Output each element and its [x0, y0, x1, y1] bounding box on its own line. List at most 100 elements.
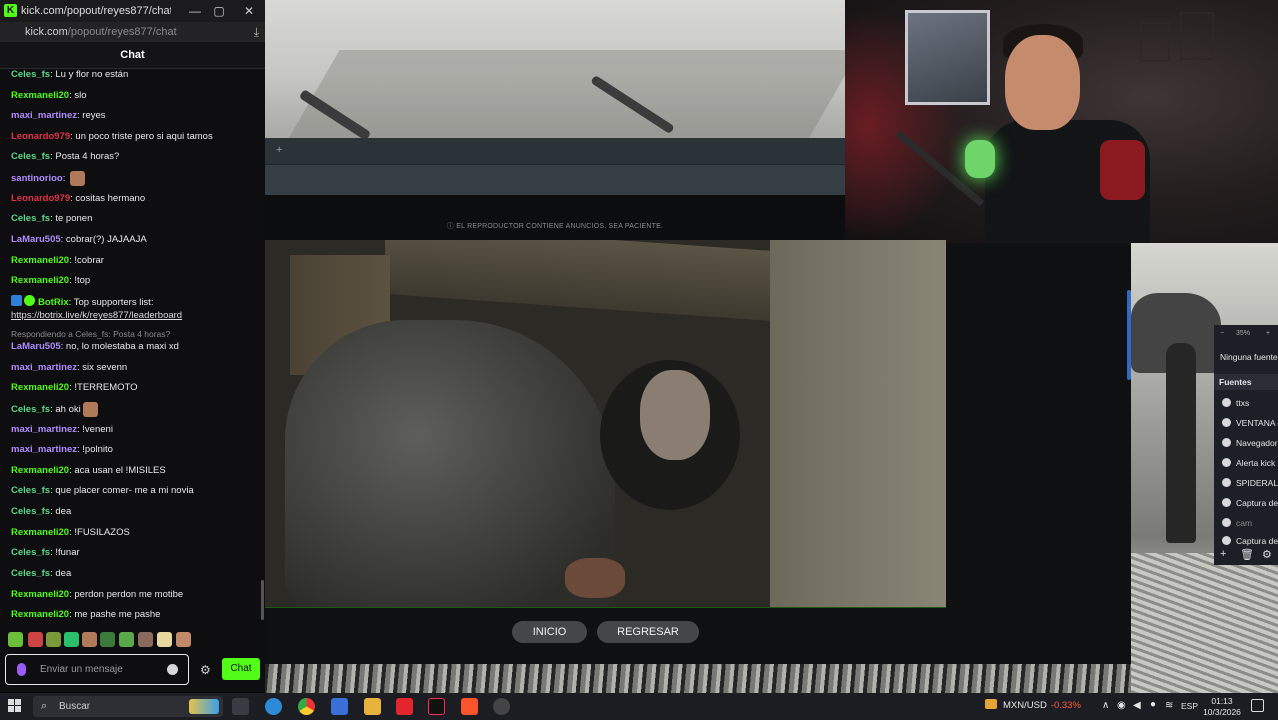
inicio-button[interactable]: INICIO — [512, 621, 587, 643]
chat-username[interactable]: BotRix — [38, 297, 69, 308]
chat-username[interactable]: Rexmaneli20 — [11, 275, 69, 286]
emote-icon[interactable] — [64, 632, 79, 647]
chat-username[interactable]: Rexmaneli20 — [11, 589, 69, 600]
emote-icon[interactable] — [82, 632, 97, 647]
chat-username[interactable]: Celes_fs — [11, 485, 50, 496]
emote-icon[interactable] — [100, 632, 115, 647]
chat-text: !veneni — [82, 424, 113, 435]
source-item[interactable]: ttxs — [1214, 394, 1278, 412]
taskbar-search-box[interactable]: ⌕ Buscar — [33, 696, 223, 717]
edge-browser-icon[interactable] — [265, 698, 282, 715]
brave-browser-icon[interactable] — [461, 698, 478, 715]
task-view-icon[interactable] — [232, 698, 249, 715]
currency-widget[interactable]: MXN/USD -0.33% — [985, 699, 1081, 711]
send-chat-button[interactable]: Chat — [222, 658, 260, 680]
close-window-button[interactable]: ✕ — [239, 2, 259, 20]
chat-username[interactable]: Rexmaneli20 — [11, 527, 69, 538]
microphone-tray-icon[interactable]: ● — [1150, 699, 1156, 710]
store-icon[interactable] — [331, 698, 348, 715]
chrome-icon[interactable] — [298, 698, 315, 715]
microphone-icon[interactable] — [17, 663, 26, 676]
chat-message: Celes_fs: Posta 4 horas? — [11, 150, 256, 164]
movie-figure-body — [285, 320, 615, 607]
chat-username[interactable]: santinorioo — [11, 173, 63, 184]
add-source-icon[interactable]: + — [1220, 548, 1226, 560]
player-add-icon[interactable]: + — [276, 144, 282, 156]
chat-username[interactable]: Celes_fs — [11, 151, 50, 162]
emote-icon[interactable] — [176, 632, 191, 647]
verified-badge-icon — [24, 295, 35, 306]
network-icon[interactable]: ◉ — [1117, 700, 1126, 711]
tiktok-icon[interactable] — [428, 698, 445, 715]
chat-username[interactable]: Rexmaneli20 — [11, 90, 69, 101]
wifi-icon[interactable]: ≋ — [1165, 700, 1173, 711]
youtube-icon[interactable] — [396, 698, 413, 715]
player-progress-area[interactable] — [265, 164, 845, 195]
chat-settings-gear-icon[interactable]: ⚙ — [200, 663, 211, 677]
chat-username[interactable]: Rexmaneli20 — [11, 609, 69, 620]
emote-icon[interactable] — [119, 632, 134, 647]
chat-message: Rexmaneli20: !FUSILAZOS — [11, 526, 256, 540]
zoom-out-button[interactable]: − — [1220, 330, 1224, 337]
chat-scrollbar[interactable] — [261, 580, 264, 620]
source-settings-icon[interactable]: ⚙ — [1262, 548, 1272, 561]
emote-icon[interactable] — [157, 632, 172, 647]
source-item[interactable]: Alerta kick — [1214, 454, 1278, 472]
source-item[interactable]: cam — [1214, 514, 1278, 532]
file-explorer-icon[interactable] — [364, 698, 381, 715]
chat-username[interactable]: Rexmaneli20 — [11, 382, 69, 393]
volume-icon[interactable]: ◀ — [1133, 700, 1141, 711]
minimize-button[interactable]: — — [185, 2, 205, 20]
chat-message: santinorioo: — [11, 171, 256, 186]
chat-username[interactable]: Celes_fs — [11, 547, 50, 558]
source-item[interactable]: SPIDERALE — [1214, 474, 1278, 492]
chat-username[interactable]: LaMaru505 — [11, 234, 61, 245]
regresar-button[interactable]: REGRESAR — [597, 621, 699, 643]
chat-username[interactable]: Rexmaneli20 — [11, 465, 69, 476]
chat-username[interactable]: Celes_fs — [11, 404, 50, 415]
emote-icon[interactable] — [28, 632, 43, 647]
source-item[interactable]: Captura de — [1214, 494, 1278, 512]
system-clock[interactable]: 01:13 10/3/2026 — [1202, 696, 1242, 718]
source-label: ttxs — [1236, 398, 1250, 408]
chat-message: Celes_fs: te ponen — [11, 212, 256, 226]
emote-icon[interactable] — [46, 632, 61, 647]
input-language[interactable]: ESP — [1181, 701, 1198, 711]
notifications-icon[interactable] — [1251, 699, 1264, 712]
chat-username[interactable]: Celes_fs — [11, 568, 50, 579]
source-label: VENTANA c — [1236, 418, 1278, 428]
chat-text: me pashe me pashe — [74, 609, 161, 620]
chat-username[interactable]: Leonardo979 — [11, 193, 70, 204]
download-icon[interactable]: ⤓ — [254, 25, 259, 40]
chat-username[interactable]: maxi_martinez — [11, 362, 77, 373]
emote-icon[interactable] — [8, 632, 23, 647]
chat-username[interactable]: maxi_martinez — [11, 444, 77, 455]
chat-username[interactable]: Leonardo979 — [11, 131, 70, 142]
delete-source-icon[interactable]: 🗑 — [1240, 548, 1254, 561]
zoom-in-button[interactable]: + — [1266, 330, 1270, 337]
chat-username[interactable]: Celes_fs — [11, 213, 50, 224]
maximize-button[interactable]: ▢ — [209, 2, 229, 20]
chat-message-input[interactable]: Enviar un mensaje — [5, 654, 189, 685]
chat-text: un poco triste pero si aqui tamos — [75, 131, 213, 142]
chat-username[interactable]: maxi_martinez — [11, 110, 77, 121]
source-item[interactable]: VENTANA c — [1214, 414, 1278, 432]
tray-chevron-icon[interactable]: ∧ — [1102, 700, 1109, 711]
emote-icon[interactable] — [138, 632, 153, 647]
address-bar[interactable]: kick.com/popout/reyes877/chat ⤓ — [0, 22, 265, 42]
obs-studio-icon[interactable] — [493, 698, 510, 715]
chat-link[interactable]: https://botrix.live/k/reyes877/leaderboa… — [11, 309, 256, 323]
chat-username[interactable]: maxi_martinez — [11, 424, 77, 435]
chat-username[interactable]: Celes_fs — [11, 506, 50, 517]
windows-start-icon[interactable] — [8, 699, 22, 713]
emoji-picker-icon[interactable] — [167, 664, 178, 675]
webcam-shirt-stripe — [1100, 140, 1145, 200]
chat-message: Rexmaneli20: slo — [11, 89, 256, 103]
chat-username[interactable]: Celes_fs — [11, 69, 50, 80]
source-item[interactable]: Navegador — [1214, 434, 1278, 452]
chat-username[interactable]: LaMaru505 — [11, 341, 61, 352]
chat-username[interactable]: Rexmaneli20 — [11, 255, 69, 266]
chat-text: !cobrar — [74, 255, 104, 266]
chat-message: Leonardo979: un poco triste pero si aqui… — [11, 130, 256, 144]
chat-text: !top — [74, 275, 91, 286]
